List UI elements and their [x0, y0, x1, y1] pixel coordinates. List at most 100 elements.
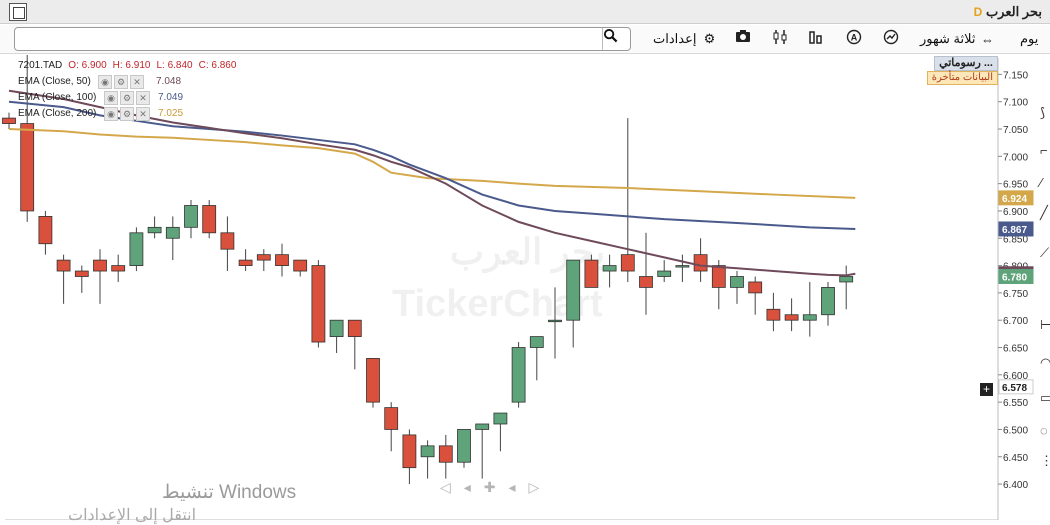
candle-body: [184, 205, 198, 228]
candle-body: [584, 259, 599, 288]
price-tag-label: 6.578: [1002, 383, 1027, 394]
indicator-icon: [772, 30, 790, 48]
bar-chart-icon: [808, 30, 826, 48]
candle-body: [74, 270, 89, 277]
gear-icon[interactable]: ⚙: [114, 75, 128, 89]
eye-icon[interactable]: ◉: [98, 75, 112, 89]
gear-icon[interactable]: ⚙: [120, 107, 134, 121]
ohlc-row: 7201.TAD O: 6.900 H: 6.910 L: 6.840 C: 6…: [18, 58, 242, 74]
cut-icon[interactable]: ∕: [1040, 175, 1042, 190]
chart-area[interactable]: بحر العرب TickerChart 7.150 7.100 7.050 7.0…: [0, 55, 1050, 524]
eye-icon[interactable]: ◉: [104, 107, 118, 121]
candle-body: [111, 265, 126, 272]
y-tick-label: 6.550: [1003, 398, 1028, 409]
legend-high: H: 6.910: [112, 60, 151, 71]
camera-icon: [735, 30, 753, 48]
y-tick-label: 6.650: [1003, 344, 1028, 355]
ema100-label: EMA (Close, 100): [18, 92, 97, 103]
restore-icon[interactable]: [9, 3, 27, 21]
candle-body: [639, 276, 653, 288]
close-icon[interactable]: ✕: [130, 75, 144, 89]
title-bar: بحر العرب D: [0, 0, 1050, 24]
candle-body: [548, 319, 562, 323]
candle-body: [730, 276, 744, 288]
ema200-line: [8, 128, 856, 199]
close-icon[interactable]: ✕: [136, 107, 150, 121]
search-icon[interactable]: [602, 28, 630, 50]
candle-body: [420, 445, 435, 458]
cut-icon[interactable]: ◌: [1040, 423, 1048, 438]
indicators-button[interactable]: [772, 29, 790, 49]
candle-body: [802, 314, 817, 321]
settings-button[interactable]: إعدادات ⚙: [653, 29, 718, 49]
candle-body: [329, 319, 344, 337]
candle-body: [784, 314, 799, 321]
close-icon[interactable]: ✕: [136, 91, 150, 105]
legend-open: O: 6.900: [68, 60, 107, 71]
chart-legend: 7201.TAD O: 6.900 H: 6.910 L: 6.840 C: 6…: [18, 58, 242, 122]
windows-activation-hint: انتقل إلى الإعدادات: [68, 507, 197, 524]
delayed-data-badge: البيانات متأخرة: [926, 71, 998, 85]
candle-body: [129, 232, 144, 266]
range-dropdown[interactable]: ثلاثة شهور ⇔: [920, 29, 996, 49]
eye-icon[interactable]: ◉: [104, 91, 118, 105]
auto-button[interactable]: A: [846, 29, 864, 49]
cut-icon[interactable]: ▭: [1040, 390, 1050, 406]
candlestick-chart[interactable]: 7.1507.1007.0507.0006.9506.9006.8506.800…: [0, 55, 1050, 520]
window-title: بحر العرب D: [970, 4, 1042, 20]
candle-body: [238, 259, 253, 266]
compare-button[interactable]: [883, 29, 901, 49]
candle-body: [693, 254, 708, 272]
y-tick-label: 7.150: [1003, 70, 1028, 81]
candle-body: [402, 434, 417, 469]
trend-icon: [883, 29, 901, 48]
candle-body: [147, 226, 162, 234]
cut-icon[interactable]: ⌐: [1040, 143, 1048, 158]
candle-body: [256, 254, 271, 261]
y-tick-label: 6.500: [1003, 425, 1028, 436]
chart-navigation[interactable]: ◁◂✚◂▷: [440, 479, 552, 496]
candle-body: [711, 265, 726, 288]
cut-icon[interactable]: ⊢: [1040, 317, 1050, 333]
legend-ema100: EMA (Close, 100) ◉ ⚙ ✕ 7.049: [18, 90, 242, 106]
svg-text:A: A: [851, 33, 858, 43]
candle-body: [38, 216, 53, 245]
candle-body: [839, 276, 854, 283]
cut-icon[interactable]: ⟆: [1040, 105, 1045, 121]
screenshot-button[interactable]: [735, 29, 753, 49]
candle-body: [2, 117, 16, 124]
candle-body: [457, 429, 471, 463]
candle-body: [438, 445, 453, 463]
search-input[interactable]: [19, 29, 599, 49]
auto-a-icon: A: [846, 29, 864, 48]
candle-body: [748, 281, 763, 294]
period-dropdown[interactable]: يوم: [1020, 29, 1038, 49]
toolbar: إعدادات ⚙ A ثلاثة شهور ⇔ يوم: [0, 25, 1050, 54]
gear-icon: ⚙: [703, 31, 716, 46]
cut-icon[interactable]: ⋮: [1040, 453, 1050, 469]
add-crosshair-icon[interactable]: +: [980, 383, 993, 396]
cut-icon[interactable]: ╱: [1040, 205, 1048, 221]
range-label: ثلاثة شهور: [920, 31, 976, 46]
candle-body: [657, 270, 672, 277]
symbol-search[interactable]: [14, 27, 631, 51]
gear-icon[interactable]: ⚙: [120, 91, 134, 105]
y-tick-label: 6.950: [1003, 180, 1028, 191]
ema200-label: EMA (Close, 200): [18, 108, 97, 119]
realtime-badge[interactable]: رسوماتي ...: [934, 56, 998, 71]
candle-body: [20, 123, 35, 212]
y-tick-label: 7.100: [1003, 98, 1028, 109]
candle-body: [275, 254, 289, 266]
ema50-label: EMA (Close, 50): [18, 76, 91, 87]
cut-icon[interactable]: ⟋: [1040, 245, 1049, 261]
chart-type-button[interactable]: [808, 29, 826, 49]
price-tag-label: 6.924: [1002, 194, 1027, 205]
y-tick-label: 6.900: [1003, 207, 1028, 218]
ema200-value: 7.025: [158, 108, 184, 119]
candle-body: [821, 287, 835, 316]
candle-body: [766, 308, 781, 321]
cut-icon[interactable]: ◠: [1040, 355, 1050, 371]
price-tag-label: 6.867: [1002, 225, 1027, 236]
legend-low: L: 6.840: [156, 60, 193, 71]
candle-body: [202, 205, 217, 234]
